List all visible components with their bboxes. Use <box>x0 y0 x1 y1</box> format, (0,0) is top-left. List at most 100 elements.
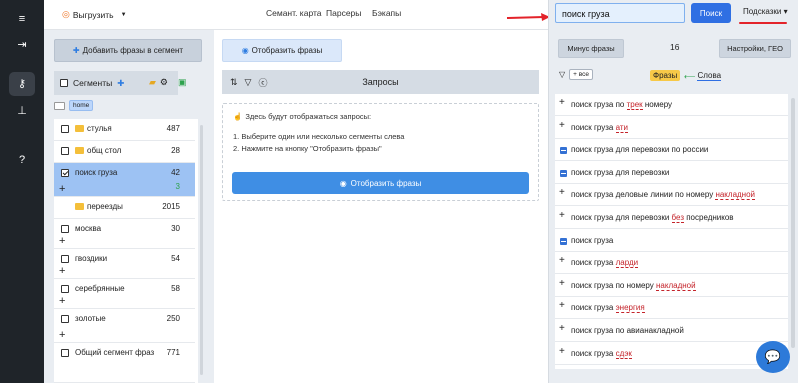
filter-icon[interactable]: ▽ <box>559 70 565 79</box>
show-phrases-button[interactable]: ◉ Отобразить фразы <box>232 172 529 194</box>
select-all-tag[interactable]: + все <box>569 69 594 80</box>
home-tag[interactable]: home <box>69 100 94 111</box>
minus-icon[interactable] <box>560 237 567 245</box>
words-toggle[interactable]: ⟵ Слова <box>684 71 722 81</box>
result-row[interactable]: + поиск груза ларди <box>555 252 788 275</box>
nav-semantic-map[interactable]: Семант. карта <box>266 8 322 18</box>
scrollbar[interactable] <box>200 125 203 375</box>
step-2: 2. Нажмите на кнопку "Отобразить фразы" <box>233 144 382 153</box>
queries-header: ⇅ ▽ ⓒ Запросы <box>222 70 539 94</box>
sitemap-icon[interactable]: ⊥ <box>11 103 33 119</box>
chat-icon[interactable]: 💬 <box>756 341 790 373</box>
plus-icon[interactable]: + <box>59 330 65 341</box>
folder-icon <box>75 203 84 210</box>
add-to-segment-button[interactable]: ✚ Добавить фразы в сегмент <box>54 39 202 62</box>
segment-checkbox[interactable] <box>61 285 69 293</box>
plus-icon[interactable]: + <box>559 256 565 266</box>
segment-checkbox[interactable] <box>61 255 69 263</box>
result-text: поиск груза сдэк <box>571 348 632 359</box>
result-highlight[interactable]: энергия <box>615 303 645 314</box>
eye-icon: ◉ <box>339 178 347 188</box>
segment-row[interactable]: переезды 2015 <box>54 197 195 219</box>
icon-rail: ≡ ⇥ ⚷ ⊥ ? <box>0 0 44 383</box>
result-row[interactable]: + поиск груза по авианакладной <box>555 320 788 342</box>
segment-row[interactable]: серебрянные 58 + <box>54 279 195 309</box>
result-highlight[interactable]: накладной <box>656 280 696 291</box>
result-highlight[interactable]: накладной <box>715 190 756 201</box>
nav-backups[interactable]: Бэкапы <box>372 8 401 18</box>
minus-phrases-button[interactable]: Минус фразы <box>558 39 624 58</box>
save-icon[interactable]: ▣ <box>178 77 187 88</box>
segment-row[interactable]: общ стол 28 <box>54 141 195 163</box>
segment-count: 771 <box>166 348 180 357</box>
minus-icon[interactable] <box>560 169 567 177</box>
key-icon[interactable]: ⚷ <box>9 72 35 96</box>
result-row[interactable]: + поиск груза сдэк <box>555 343 788 365</box>
queries-panel: ◉ Отобразить фразы ⇅ ▽ ⓒ Запросы ☝ Здесь… <box>214 30 548 383</box>
result-highlight[interactable]: ларди <box>615 258 639 269</box>
help-icon[interactable]: ? <box>11 152 33 168</box>
result-highlight[interactable]: трек <box>626 100 643 110</box>
segment-checkbox[interactable] <box>61 315 69 323</box>
add-segment-icon[interactable]: ✚ <box>117 78 124 89</box>
result-row[interactable]: поиск груза <box>555 230 788 252</box>
result-text: поиск груза <box>571 236 613 245</box>
result-highlight[interactable]: ати <box>615 122 628 133</box>
plus-icon[interactable]: + <box>559 346 565 357</box>
plus-icon[interactable]: + <box>59 184 65 195</box>
segment-checkbox[interactable] <box>61 125 69 133</box>
result-text: поиск груза по трек номеру <box>571 100 672 110</box>
add-folder-icon[interactable]: ▰ <box>149 77 156 88</box>
plus-icon[interactable]: + <box>559 324 565 334</box>
minus-icon[interactable] <box>560 147 567 155</box>
plus-icon[interactable]: + <box>559 301 565 311</box>
search-button[interactable]: Поиск <box>691 3 731 23</box>
segment-name: Общий сегмент фраз <box>75 348 155 357</box>
result-row[interactable]: поиск груза для перевозки по россии <box>555 139 788 162</box>
segment-count: 54 <box>171 254 180 263</box>
plus-icon[interactable]: + <box>59 266 65 277</box>
nav-parsers[interactable]: Парсеры <box>326 8 361 18</box>
segment-row[interactable]: гвоздики 54 + <box>54 249 195 279</box>
settings-geo-button[interactable]: Настройки, ГЕО <box>719 39 791 58</box>
plus-icon[interactable]: + <box>59 236 65 247</box>
result-row[interactable]: + поиск груза для перевозки без посредник… <box>555 207 788 229</box>
segment-row[interactable]: стулья 487 <box>54 119 195 141</box>
hints-dropdown[interactable]: Подсказки ▾ <box>743 7 788 16</box>
result-highlight[interactable]: сдэк <box>615 348 632 359</box>
result-text-main: поиск груза <box>571 303 616 313</box>
plus-icon[interactable]: + <box>559 211 565 221</box>
segment-row[interactable]: золотые 250 + <box>54 309 195 343</box>
result-row[interactable]: + поиск груза ати <box>555 117 788 139</box>
plus-icon[interactable]: + <box>559 120 565 131</box>
search-input[interactable]: поиск груза <box>555 3 685 23</box>
segment-checkbox[interactable] <box>61 169 69 177</box>
plus-icon[interactable]: + <box>559 188 565 198</box>
segment-checkbox[interactable] <box>61 349 69 357</box>
select-all-checkbox[interactable] <box>60 79 68 87</box>
plus-icon[interactable]: + <box>559 278 565 289</box>
scrollbar[interactable] <box>791 98 795 348</box>
gear-icon[interactable]: ⚙ <box>160 77 168 88</box>
segment-row[interactable]: москва 30 + <box>54 219 195 249</box>
segment-checkbox[interactable] <box>61 147 69 155</box>
segment-row[interactable]: Общий сегмент фраз 771 <box>54 343 195 383</box>
result-row[interactable]: + поиск груза энергия <box>555 297 788 320</box>
result-highlight[interactable]: без <box>671 213 684 223</box>
segment-name: москва <box>75 224 102 233</box>
result-row[interactable]: + поиск груза по номеру накладной <box>555 275 788 297</box>
result-text-main: поиск груза для перевозки <box>571 167 670 177</box>
plus-icon[interactable]: + <box>59 296 65 307</box>
phrases-toggle[interactable]: Фразы <box>650 70 681 81</box>
segment-checkbox[interactable] <box>61 225 69 233</box>
segment-count: 487 <box>166 124 180 133</box>
segment-row[interactable]: поиск груза 42 3 + <box>54 163 195 197</box>
show-phrases-top-button[interactable]: ◉ Отобразить фразы <box>222 39 342 62</box>
plus-icon[interactable]: + <box>559 98 565 108</box>
logout-icon[interactable]: ⇥ <box>11 37 33 53</box>
result-row[interactable]: поиск груза для перевозки <box>555 162 788 184</box>
result-row[interactable]: + поиск груза по трек номеру <box>555 94 788 116</box>
result-row[interactable]: + поиск груза деловые линии по номеру нак… <box>555 184 788 207</box>
menu-icon[interactable]: ≡ <box>11 11 33 27</box>
export-button[interactable]: ◎ Выгрузить ▼ <box>62 9 127 20</box>
